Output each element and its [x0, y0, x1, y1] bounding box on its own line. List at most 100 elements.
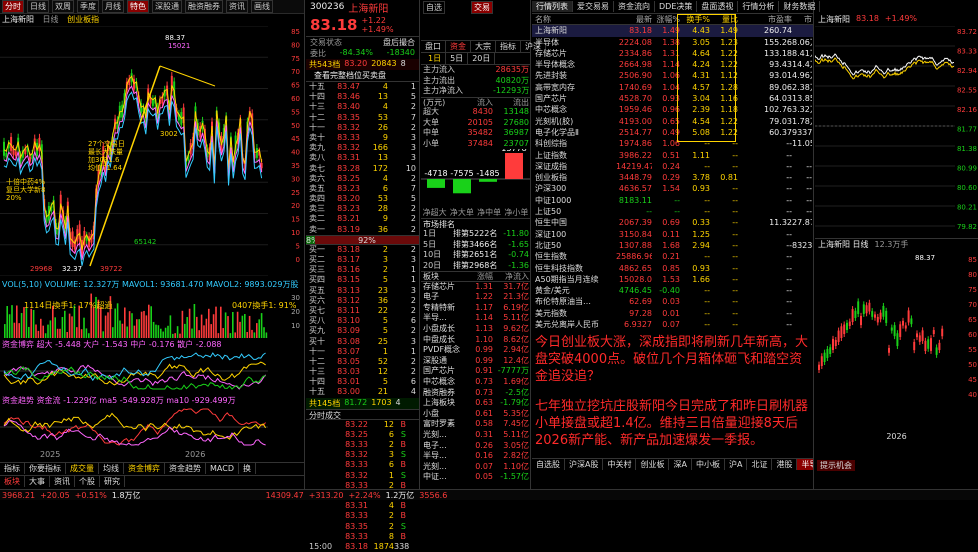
- table-tab-2[interactable]: 资金流向: [614, 1, 655, 12]
- flow-tab-3[interactable]: 指标: [496, 41, 521, 52]
- table-row[interactable]: 中证1000 8183.11 -- -- -- -- --: [532, 195, 813, 206]
- table-row[interactable]: 深证成指 14219.47 0.24 -- -- -- --: [532, 161, 813, 172]
- table-row[interactable]: 半导体概念2664.981.144.241.2293.4314.4万: [532, 59, 813, 70]
- table-row[interactable]: 恒生指数 25886.96 0.21 -- -- --: [532, 251, 813, 262]
- full-book-link[interactable]: 查看完整档位买卖盘: [306, 70, 419, 82]
- indicator-tab-4[interactable]: 资金博弈: [124, 463, 165, 474]
- tab-margin[interactable]: 融资融券: [185, 0, 223, 13]
- market-tab-3[interactable]: 个股: [75, 476, 100, 487]
- sector-row[interactable]: 光刻... 0.07 1.10亿: [421, 462, 530, 473]
- ask-row[interactable]: 卖六 83.25 4 2: [306, 174, 419, 184]
- flow-day-5[interactable]: 5日: [446, 53, 469, 64]
- tab-news[interactable]: 资讯: [226, 0, 248, 13]
- table-row[interactable]: 存储芯片2334.861.314.641.22133.188.41万: [532, 48, 813, 59]
- watch-button[interactable]: 自选: [423, 0, 445, 14]
- ask-row[interactable]: 十一 83.32 26 2: [306, 123, 419, 133]
- table-tab-5[interactable]: 行情分析: [738, 1, 780, 12]
- col-pe[interactable]: 市盈率: [738, 14, 792, 24]
- ask-row[interactable]: 十三 83.40 4 2: [306, 102, 419, 112]
- ask-row[interactable]: 卖一 83.19 36 2: [306, 225, 419, 235]
- table-row[interactable]: 光刻机(胶)4193.000.654.541.2279.031.78万: [532, 116, 813, 127]
- table-row[interactable]: 恒生科技指数 4862.65 0.85 0.93 -- --: [532, 263, 813, 274]
- table-row[interactable]: 半导体2224.081.383.051.23155.268.06万: [532, 37, 813, 48]
- bid-row[interactable]: 买八 83.10 5 6: [306, 316, 419, 326]
- bid-row[interactable]: 买四 83.15 5 1: [306, 275, 419, 285]
- ask-row[interactable]: 十二 83.35 53 7: [306, 113, 419, 123]
- col-change[interactable]: 涨幅%: [652, 14, 680, 24]
- sector-row[interactable]: 中证... 0.05 -1.57亿: [421, 472, 530, 483]
- table-row[interactable]: 先进封装2506.901.064.311.1293.014.96万: [532, 70, 813, 81]
- sector-row[interactable]: 小盘成长 1.13 9.62亿: [421, 324, 530, 335]
- bid-row[interactable]: 十四 83.01 5 6: [306, 377, 419, 387]
- table-tab-4[interactable]: 盘面透视: [697, 1, 739, 12]
- table-row[interactable]: 创业板指 3448.79 0.29 3.78 0.81 -- --: [532, 172, 813, 183]
- ask-row[interactable]: 卖七 83.28 172 10: [306, 164, 419, 174]
- kline-chart[interactable]: 88.3715021 27个交易日最长大跌量加3031.6均值71.64 3002 6…: [0, 26, 304, 276]
- indicator-tab-1[interactable]: 你要指标: [25, 463, 66, 474]
- table-tab-3[interactable]: DDE决策: [655, 1, 698, 12]
- table-row[interactable]: 布伦特原油当… 62.69 0.03 -- -- --: [532, 296, 813, 307]
- col-mktcap[interactable]: 市: [792, 14, 812, 24]
- table-row[interactable]: 黄金/美元 4746.45 -0.40 -- -- --: [532, 285, 813, 296]
- table-row[interactable]: 恒生中国 2067.39 0.69 0.33 -- 11.3227.87万: [532, 217, 813, 228]
- bid-row[interactable]: 买九 83.09 5 2: [306, 326, 419, 336]
- bid-row[interactable]: 十三 83.03 12 2: [306, 367, 419, 377]
- bid-row[interactable]: 十五 83.00 21 4: [306, 387, 419, 397]
- table-row[interactable]: 电子化学品Ⅱ2514.770.495.081.2260.379337亿: [532, 127, 813, 138]
- sector-tab[interactable]: 沪A: [725, 459, 748, 470]
- ask-row[interactable]: 卖八 83.31 13 3: [306, 153, 419, 163]
- bid-row[interactable]: 买五 83.13 23 3: [306, 286, 419, 296]
- ask-row[interactable]: 卖四 83.20 53 5: [306, 194, 419, 204]
- table-row[interactable]: A50期指当月连续 15028.0 1.53 1.66 -- --: [532, 274, 813, 285]
- sector-row[interactable]: 存储芯片 1.31 31.7亿: [421, 282, 530, 293]
- sector-tab[interactable]: 北证: [747, 459, 773, 470]
- trade-button[interactable]: 交易: [471, 0, 493, 14]
- ask-row[interactable]: 卖二 83.21 9 2: [306, 214, 419, 224]
- flow-day-1[interactable]: 1日: [424, 53, 447, 64]
- flow-tab-0[interactable]: 盘口: [421, 41, 446, 52]
- table-row[interactable]: 国产芯片4528.700.933.041.1664.0313.85万: [532, 93, 813, 104]
- bid-row[interactable]: 十二 83.05 52 2: [306, 357, 419, 367]
- bid-row[interactable]: 买一 83.18 2 2: [306, 245, 419, 255]
- table-row[interactable]: 北证50 1307.88 1.68 2.94 -- -- 8323: [532, 240, 813, 251]
- flow-tab-2[interactable]: 大宗: [471, 41, 496, 52]
- table-tab-1[interactable]: 爱交易易: [573, 1, 614, 12]
- sector-row[interactable]: 半导... 0.16 2.82亿: [421, 451, 530, 462]
- indicator-tab-7[interactable]: 换: [239, 463, 256, 474]
- table-row[interactable]: 上证指数 3986.22 0.51 1.11 -- --: [532, 150, 813, 161]
- ask-row[interactable]: 卖九 83.32 166 3: [306, 143, 419, 153]
- sector-row[interactable]: 光刻... 0.31 5.11亿: [421, 430, 530, 441]
- sector-row[interactable]: 电子... 0.26 3.05亿: [421, 441, 530, 452]
- sector-tab[interactable]: 深A: [669, 459, 692, 470]
- ask-row[interactable]: 卖三 83.23 28 2: [306, 204, 419, 214]
- sector-tab[interactable]: 半导体: [797, 459, 813, 470]
- sector-row[interactable]: 半导... 1.14 5.11亿: [421, 313, 530, 324]
- daily-mini-chart[interactable]: 88.37 85 80 75 70 65 60 55 50 45 40: [815, 250, 978, 422]
- ask-row[interactable]: 十五 83.47 4 1: [306, 82, 419, 92]
- sector-tab[interactable]: 中关村: [603, 459, 637, 470]
- bid-row[interactable]: 买二 83.17 3 3: [306, 255, 419, 265]
- ask-row[interactable]: 十四 83.46 13 5: [306, 92, 419, 102]
- market-tab-2[interactable]: 资讯: [50, 476, 75, 487]
- sector-row[interactable]: 小盘 0.61 5.35亿: [421, 409, 530, 420]
- period-tab-day[interactable]: 日线: [27, 0, 49, 13]
- col-price[interactable]: 最新: [616, 14, 652, 24]
- table-row[interactable]: 中芯概念1959.460.962.391.18102.763.32万: [532, 104, 813, 115]
- bid-row[interactable]: 买六 83.12 36 2: [306, 296, 419, 306]
- sector-row[interactable]: 专精特新 1.17 6.19亿: [421, 303, 530, 314]
- sector-row[interactable]: 融资融券 0.73 -2.5亿: [421, 388, 530, 399]
- col-name[interactable]: 名称: [532, 14, 606, 24]
- intraday-chart[interactable]: 83.72 83.33 82.94 82.55 82.16 81.77 81.38 80.99…: [815, 26, 978, 232]
- market-tab-0[interactable]: 板块: [0, 476, 25, 487]
- table-row[interactable]: 上海新阳 83.18 1.49 4.43 1.49 260.74: [532, 25, 813, 37]
- tab-draw[interactable]: 画线: [251, 0, 273, 13]
- period-tab-2week[interactable]: 双周: [52, 0, 74, 13]
- indicator-tab-3[interactable]: 均线: [99, 463, 124, 474]
- sector-row[interactable]: 上海板块 0.63 -1.79亿: [421, 398, 530, 409]
- table-tab-0[interactable]: 行情列表: [532, 1, 573, 12]
- sector-tab[interactable]: 港股: [772, 459, 798, 470]
- table-row[interactable]: 沪深300 4636.57 1.54 0.93 -- -- --: [532, 183, 813, 194]
- bid-row[interactable]: 买十 83.08 25 3: [306, 337, 419, 347]
- period-tab-minute[interactable]: 分时: [2, 0, 24, 13]
- sector-tab[interactable]: 中小板: [692, 459, 725, 470]
